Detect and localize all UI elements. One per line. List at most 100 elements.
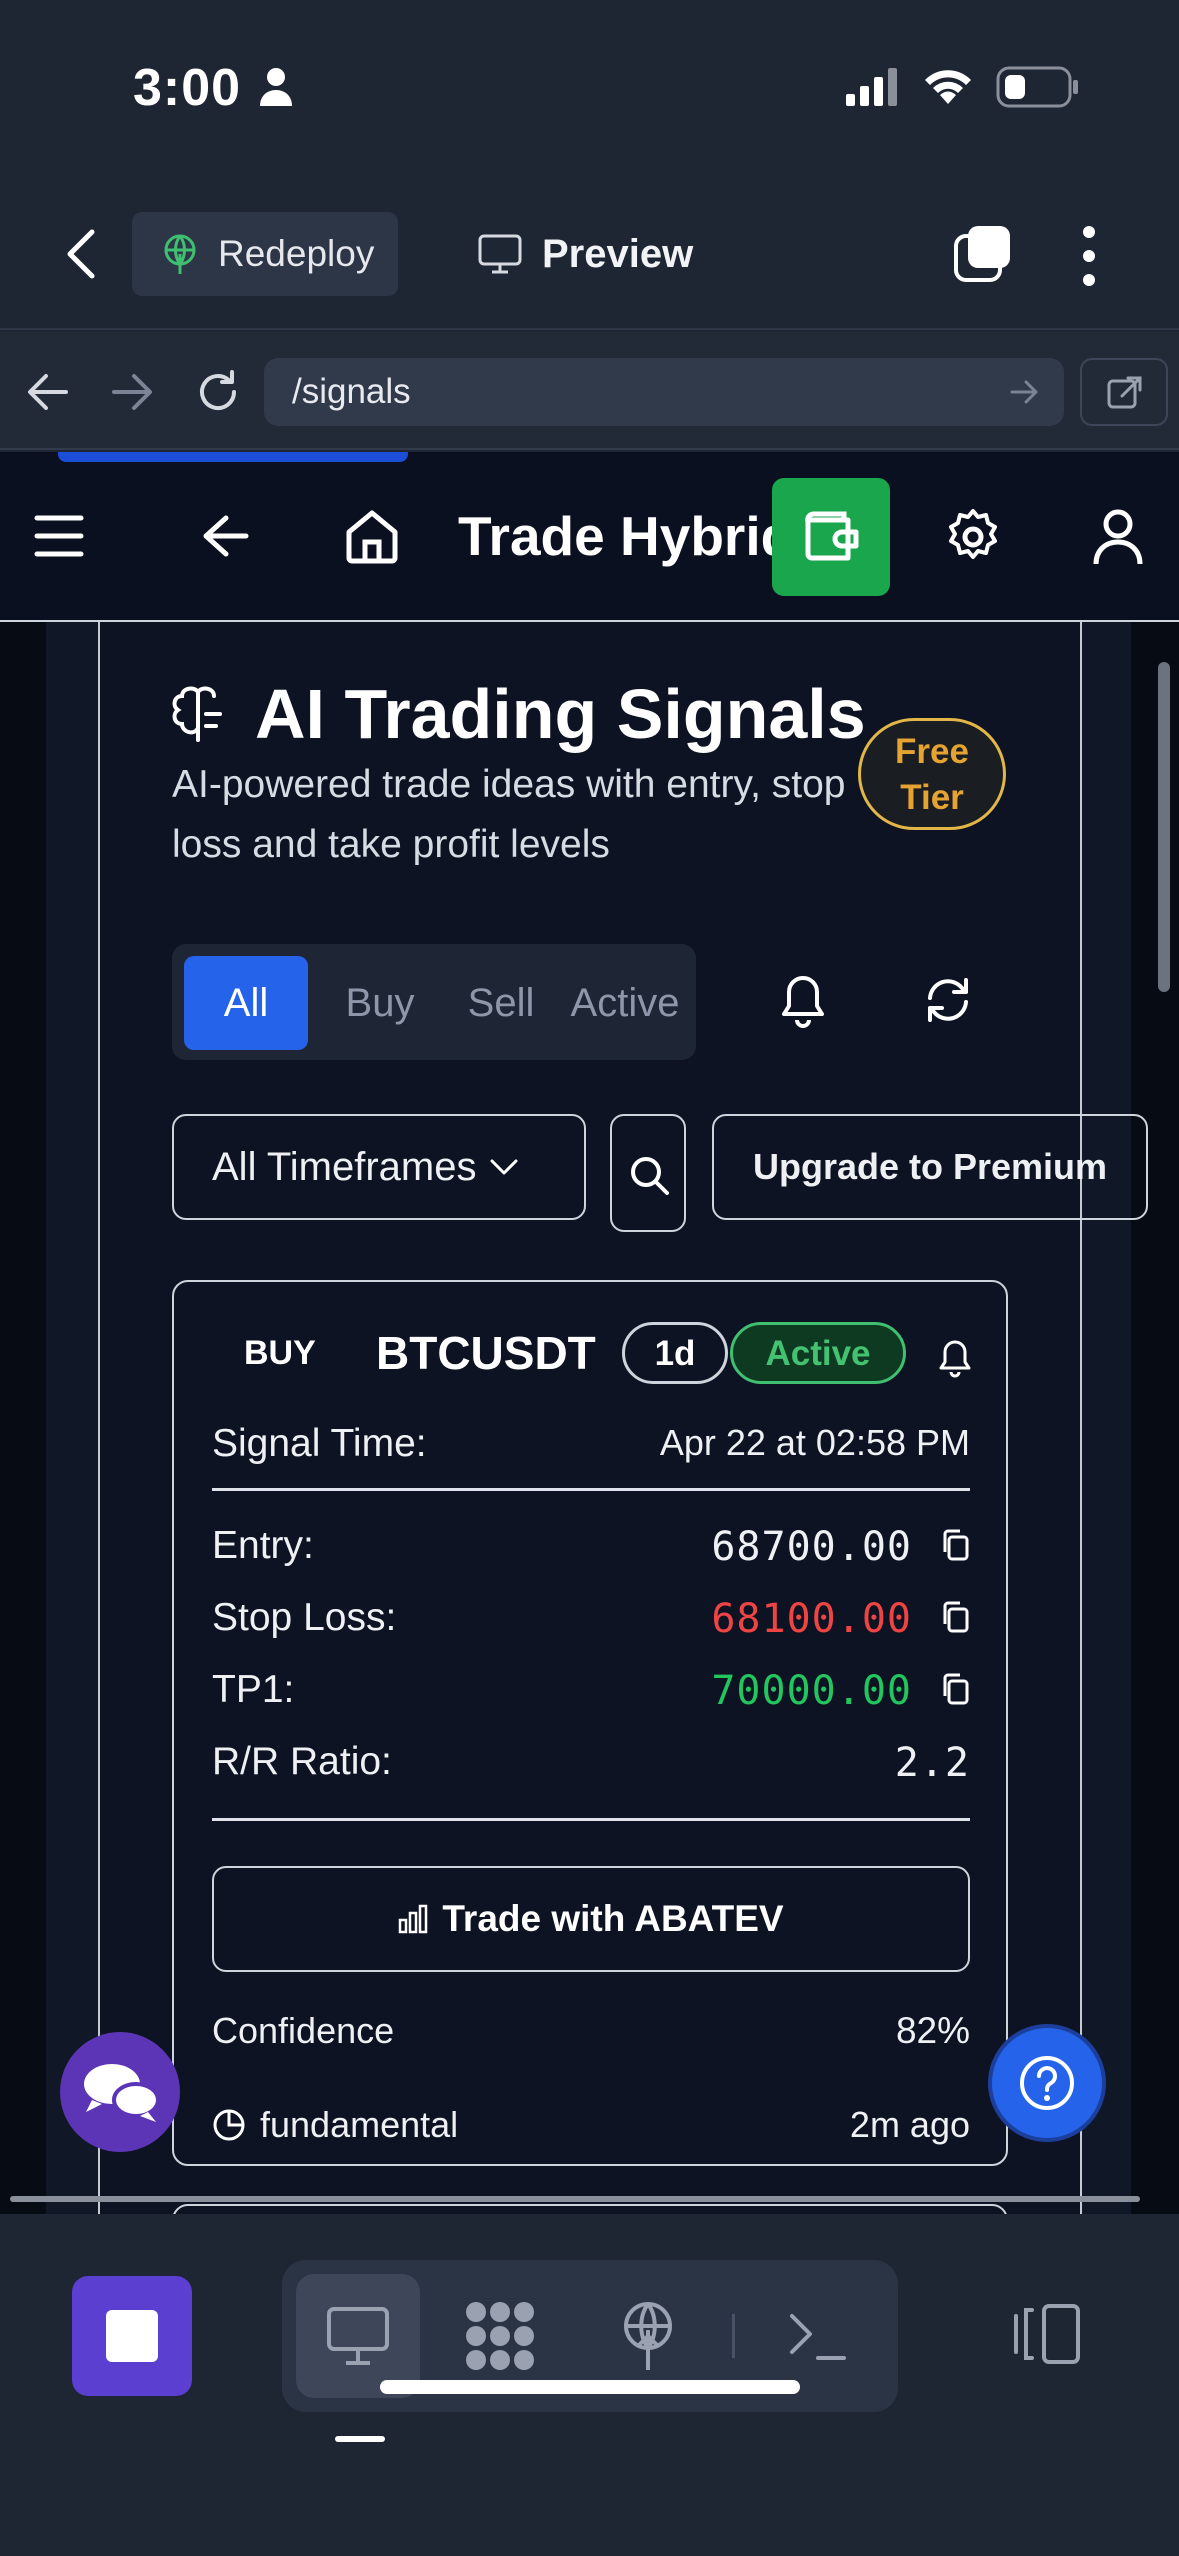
age-label: 2m ago bbox=[849, 2104, 970, 2145]
browser-forward-icon[interactable] bbox=[110, 372, 154, 412]
page-subtitle: AI-powered trade ideas with entry, stop … bbox=[172, 763, 846, 866]
free-tier-line1: Free bbox=[895, 732, 969, 771]
redeploy-label: Redeploy bbox=[218, 233, 375, 274]
home-icon[interactable] bbox=[344, 508, 400, 564]
confidence-label: Confidence bbox=[212, 2010, 395, 2051]
url-input[interactable]: /signals bbox=[264, 358, 1064, 426]
active-tool-indicator bbox=[335, 2436, 385, 2442]
page-title: AI Trading Signals bbox=[255, 675, 866, 753]
card-divider-bottom bbox=[212, 1818, 970, 1821]
agent-icon[interactable] bbox=[462, 2300, 538, 2372]
stop-loss-row: Stop Loss: 68100.00 bbox=[212, 1596, 969, 1642]
free-tier-line2: Tier bbox=[900, 778, 964, 817]
tabs-switcher-icon[interactable] bbox=[952, 224, 1014, 286]
bell-icon[interactable] bbox=[780, 972, 826, 1030]
clock-pie-icon bbox=[213, 2109, 245, 2141]
app-navbar: Trade Hybrid bbox=[0, 452, 1179, 622]
vertical-scrollbar[interactable] bbox=[1158, 662, 1170, 992]
stop-square-icon bbox=[106, 2310, 158, 2362]
copy-tp1-icon[interactable] bbox=[940, 1672, 970, 1706]
external-link-icon bbox=[1107, 376, 1142, 409]
go-arrow-icon[interactable] bbox=[1010, 378, 1040, 406]
status-time: 3:00 bbox=[133, 59, 242, 117]
tab-all[interactable]: All bbox=[184, 956, 308, 1050]
back-chevron-icon[interactable] bbox=[62, 226, 102, 282]
entry-row: Entry: 68700.00 bbox=[212, 1524, 969, 1570]
wifi-icon bbox=[925, 70, 971, 104]
open-external-button[interactable] bbox=[1080, 358, 1168, 426]
status-badge: Active bbox=[730, 1322, 906, 1384]
tab-active[interactable]: Active bbox=[558, 956, 692, 1050]
stop-button[interactable] bbox=[72, 2276, 192, 2396]
card-divider-top bbox=[212, 1488, 970, 1491]
tp1-row: TP1: 70000.00 bbox=[212, 1668, 969, 1714]
person-icon bbox=[260, 68, 292, 106]
refresh-icon[interactable] bbox=[924, 976, 972, 1024]
help-button[interactable] bbox=[988, 2024, 1106, 2142]
stop-loss-label: Stop Loss: bbox=[212, 1596, 397, 1639]
entry-value: 68700.00 bbox=[711, 1524, 912, 1570]
signal-card: BUY BTCUSDT 1d Active Signal Time: Apr 2… bbox=[172, 1280, 1008, 2166]
back-arrow-icon[interactable] bbox=[202, 514, 250, 558]
chat-button[interactable] bbox=[60, 2032, 180, 2152]
free-tier-badge: Free Tier bbox=[858, 718, 1006, 830]
monitor-icon bbox=[478, 234, 522, 274]
deploy-globe-icon bbox=[164, 234, 196, 274]
rr-value: 2.2 bbox=[894, 1740, 970, 1786]
home-indicator[interactable] bbox=[380, 2380, 800, 2394]
entry-label: Entry: bbox=[212, 1524, 314, 1567]
user-profile-icon[interactable] bbox=[1092, 508, 1144, 566]
card-bell-icon[interactable] bbox=[938, 1338, 972, 1378]
cellular-signal-icon bbox=[846, 68, 897, 106]
brain-icon bbox=[172, 686, 222, 742]
timeframe-badge: 1d bbox=[622, 1322, 728, 1384]
split-view-icon[interactable] bbox=[1010, 2302, 1082, 2366]
preview-tab[interactable]: Preview bbox=[478, 212, 693, 296]
trade-button-label: Trade with ABATEV bbox=[442, 1898, 784, 1939]
menu-icon[interactable] bbox=[34, 514, 84, 558]
help-question-icon bbox=[1020, 2056, 1074, 2110]
upgrade-premium-button[interactable]: Upgrade to Premium bbox=[712, 1114, 1148, 1220]
signal-filter-tabs: All Buy Sell Active bbox=[172, 944, 696, 1060]
ios-status-bar: 3:00 bbox=[0, 0, 1179, 170]
copy-stop-loss-icon[interactable] bbox=[940, 1600, 970, 1634]
rr-label: R/R Ratio: bbox=[212, 1740, 392, 1783]
scroll-header-shadow bbox=[58, 452, 408, 462]
chat-bubbles-icon bbox=[84, 2064, 160, 2122]
tool-separator bbox=[732, 2314, 735, 2358]
browser-url-row: /signals bbox=[0, 332, 1179, 450]
search-button[interactable] bbox=[610, 1114, 686, 1232]
reload-icon[interactable] bbox=[194, 368, 242, 416]
search-icon bbox=[631, 1157, 669, 1195]
timeframe-value: All Timeframes bbox=[212, 1144, 477, 1189]
trade-with-abatev-button[interactable]: Trade with ABATEV bbox=[212, 1866, 970, 1972]
tp1-label: TP1: bbox=[212, 1668, 295, 1711]
signal-time-value: Apr 22 at 02:58 PM bbox=[659, 1422, 970, 1463]
battery-icon bbox=[996, 66, 1078, 108]
symbol-label: BTCUSDT bbox=[376, 1327, 596, 1379]
tab-sell[interactable]: Sell bbox=[444, 956, 558, 1050]
next-signal-card bbox=[172, 2204, 1008, 2214]
url-text: /signals bbox=[292, 372, 411, 411]
bar-chart-icon bbox=[399, 1904, 428, 1934]
wallet-button[interactable] bbox=[772, 478, 890, 596]
terminal-icon[interactable] bbox=[788, 2308, 848, 2364]
wallet-icon bbox=[805, 511, 859, 561]
settings-gear-icon[interactable] bbox=[944, 508, 1002, 566]
rr-ratio-row: R/R Ratio: 2.2 bbox=[212, 1740, 970, 1786]
signal-time-label: Signal Time: bbox=[212, 1422, 427, 1465]
timeframe-select[interactable]: All Timeframes bbox=[172, 1114, 586, 1220]
tab-buy[interactable]: Buy bbox=[320, 956, 440, 1050]
more-vertical-icon[interactable] bbox=[1074, 224, 1104, 288]
source-label: fundamental bbox=[260, 2104, 459, 2145]
app-preview: Trade Hybrid AI Trading Signals AI-power… bbox=[0, 452, 1179, 2214]
browser-back-icon[interactable] bbox=[26, 372, 70, 412]
copy-entry-icon[interactable] bbox=[940, 1528, 970, 1562]
chevron-down-icon bbox=[490, 1159, 517, 1175]
redeploy-button[interactable]: Redeploy bbox=[132, 212, 398, 296]
confidence-row: Confidence 82% bbox=[212, 2010, 970, 2052]
stop-loss-value: 68100.00 bbox=[711, 1596, 912, 1642]
horizontal-scrollbar[interactable] bbox=[10, 2196, 1140, 2202]
deployments-icon[interactable] bbox=[618, 2300, 678, 2372]
brand-title[interactable]: Trade Hybrid bbox=[458, 504, 794, 568]
